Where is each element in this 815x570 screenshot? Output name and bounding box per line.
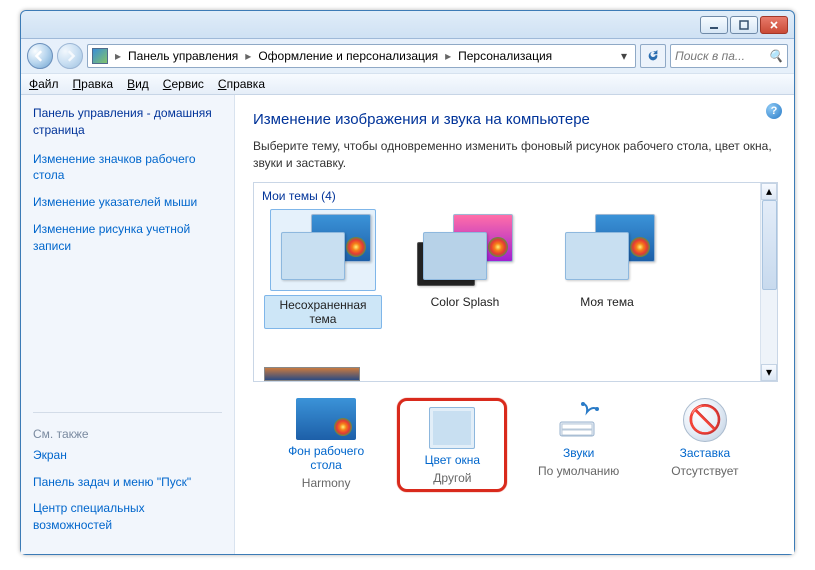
scroll-down-button[interactable]: ▾ <box>761 364 777 381</box>
menu-view[interactable]: Вид <box>127 77 149 91</box>
option-screensaver[interactable]: 🚫 Заставка Отсутствует <box>650 398 760 492</box>
settings-row: Фон рабочего стола Harmony Цвет окна Дру… <box>253 382 778 496</box>
scrollbar[interactable]: ▴ ▾ <box>760 183 777 381</box>
option-value: Отсутствует <box>671 464 738 478</box>
menu-file[interactable]: Файл <box>29 77 59 91</box>
option-desktop-background[interactable]: Фон рабочего стола Harmony <box>271 398 381 492</box>
sidebar-link-desktop-icons[interactable]: Изменение значков рабочего стола <box>33 151 222 185</box>
scroll-up-button[interactable]: ▴ <box>761 183 777 200</box>
titlebar <box>21 11 794 39</box>
search-box[interactable]: Поиск в па... 🔍 <box>670 44 788 68</box>
menu-help[interactable]: Справка <box>218 77 265 91</box>
sidebar-also-accessibility[interactable]: Центр специальных возможностей <box>33 500 222 534</box>
theme-item-unsaved[interactable]: Несохраненная тема <box>264 209 382 329</box>
option-label[interactable]: Звуки <box>563 446 594 460</box>
sidebar-link-account-picture[interactable]: Изменение рисунка учетной записи <box>33 221 222 255</box>
minimize-button[interactable] <box>700 16 728 34</box>
sidebar-see-also-header: См. также <box>33 412 222 441</box>
window-color-icon <box>429 407 475 449</box>
theme-name: Несохраненная тема <box>264 295 382 329</box>
theme-item-my-theme[interactable]: Моя тема <box>548 209 666 329</box>
breadcrumb-seg3[interactable]: Персонализация <box>458 49 552 63</box>
option-label[interactable]: Заставка <box>680 446 731 460</box>
menu-bar: Файл Правка Вид Сервис Справка <box>21 73 794 95</box>
nav-bar: ▸ Панель управления ▸ Оформление и персо… <box>21 39 794 73</box>
themes-header: Мои темы (4) <box>254 183 777 209</box>
option-window-color[interactable]: Цвет окна Другой <box>397 398 507 492</box>
nav-back-button[interactable] <box>27 43 53 69</box>
desktop-background-icon <box>296 398 356 440</box>
refresh-button[interactable] <box>640 44 666 68</box>
address-bar[interactable]: ▸ Панель управления ▸ Оформление и персо… <box>87 44 636 68</box>
theme-item-color-splash[interactable]: Color Splash <box>406 209 524 329</box>
search-icon: 🔍 <box>768 49 783 63</box>
address-dropdown-icon[interactable]: ▾ <box>617 49 631 63</box>
sidebar-home-link[interactable]: Панель управления - домашняя страница <box>33 105 222 139</box>
help-icon[interactable]: ? <box>766 103 782 119</box>
sidebar-also-taskbar[interactable]: Панель задач и меню "Пуск" <box>33 474 222 491</box>
option-value: Другой <box>433 471 471 485</box>
sidebar-also-display[interactable]: Экран <box>33 447 222 464</box>
menu-tools[interactable]: Сервис <box>163 77 204 91</box>
option-label[interactable]: Фон рабочего стола <box>271 444 381 472</box>
option-value: Harmony <box>302 476 351 490</box>
search-placeholder: Поиск в па... <box>675 49 745 63</box>
theme-name: Color Splash <box>431 295 500 309</box>
control-panel-icon <box>92 48 108 64</box>
sounds-icon <box>553 398 605 442</box>
close-button[interactable] <box>760 16 788 34</box>
breadcrumb-seg1[interactable]: Панель управления <box>128 49 238 63</box>
option-label[interactable]: Цвет окна <box>425 453 480 467</box>
theme-item-partial[interactable] <box>264 367 360 381</box>
theme-name: Моя тема <box>580 295 634 309</box>
maximize-button[interactable] <box>730 16 758 34</box>
sidebar-link-mouse-pointers[interactable]: Изменение указателей мыши <box>33 194 222 211</box>
breadcrumb-sep: ▸ <box>115 49 121 63</box>
sidebar: Панель управления - домашняя страница Из… <box>21 95 235 554</box>
scroll-thumb[interactable] <box>762 200 777 290</box>
option-sounds[interactable]: Звуки По умолчанию <box>524 398 634 492</box>
window-frame: ▸ Панель управления ▸ Оформление и персо… <box>20 10 795 555</box>
page-title: Изменение изображения и звука на компьют… <box>253 111 778 128</box>
themes-list: Мои темы (4) Несохраненная тема Color Sp… <box>253 182 778 382</box>
nav-forward-button[interactable] <box>57 43 83 69</box>
option-value: По умолчанию <box>538 464 619 478</box>
page-subtitle: Выберите тему, чтобы одновременно измени… <box>253 138 778 172</box>
menu-edit[interactable]: Правка <box>73 77 114 91</box>
screensaver-icon: 🚫 <box>683 398 727 442</box>
main-panel: ? Изменение изображения и звука на компь… <box>235 95 794 554</box>
breadcrumb-seg2[interactable]: Оформление и персонализация <box>258 49 438 63</box>
